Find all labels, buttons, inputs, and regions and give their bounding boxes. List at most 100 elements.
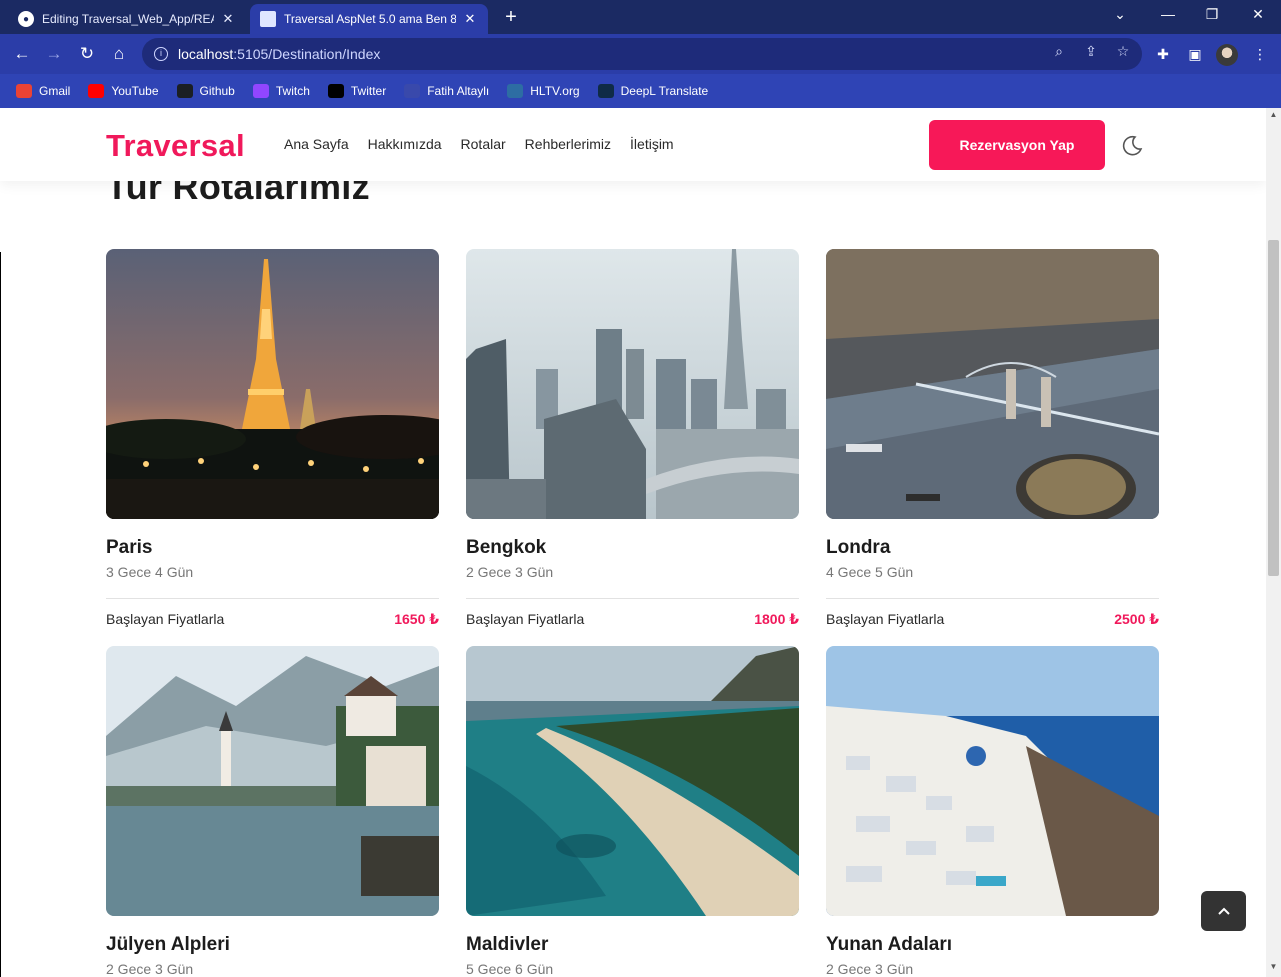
- bookmark-item[interactable]: Twitch: [252, 84, 310, 98]
- gmail-icon: [16, 84, 32, 98]
- destination-name[interactable]: Yunan Adaları: [826, 934, 1159, 956]
- browser-tab-traversal[interactable]: Traversal AspNet 5.0 ama Ben 8.0 ✕: [250, 4, 488, 34]
- destination-card[interactable]: Londra 4 Gece 5 Gün Başlayan Fiyatlarla …: [826, 249, 1159, 628]
- url-path: :5105/Destination/Index: [233, 46, 381, 62]
- tab-search-icon[interactable]: ⌄: [1110, 6, 1130, 23]
- destination-name[interactable]: Maldivler: [466, 934, 799, 956]
- bookmark-label: Twitch: [275, 84, 310, 98]
- nav-item-home[interactable]: Ana Sayfa: [284, 136, 349, 152]
- destination-photo[interactable]: [466, 249, 799, 519]
- bookmark-label: Gmail: [39, 84, 71, 98]
- close-icon[interactable]: ✕: [462, 11, 478, 27]
- nav-item-guides[interactable]: Rehberlerimiz: [525, 136, 611, 152]
- moon-icon[interactable]: [1120, 134, 1144, 158]
- destination-photo[interactable]: [106, 646, 439, 916]
- profile-avatar[interactable]: [1216, 44, 1238, 66]
- destination-name[interactable]: Londra: [826, 537, 1159, 559]
- zoom-icon[interactable]: ⌕: [1050, 43, 1068, 60]
- browser-tab-github[interactable]: ● Editing Traversal_Web_App/READ ✕: [8, 4, 246, 34]
- github-icon: ●: [18, 11, 34, 27]
- destination-name[interactable]: Paris: [106, 537, 439, 559]
- destination-card[interactable]: Yunan Adaları 2 Gece 3 Gün: [826, 646, 1159, 977]
- destination-photo[interactable]: [466, 646, 799, 916]
- minimize-button[interactable]: —: [1158, 6, 1178, 22]
- site-header: Traversal Ana Sayfa Hakkımızda Rotalar R…: [0, 108, 1266, 181]
- destination-name[interactable]: Jülyen Alpleri: [106, 934, 439, 956]
- bookmark-label: Github: [199, 84, 235, 98]
- destination-photo[interactable]: [826, 249, 1159, 519]
- destination-duration: 4 Gece 5 Gün: [826, 564, 914, 580]
- chevron-up-icon: [1217, 907, 1230, 915]
- destination-name[interactable]: Bengkok: [466, 537, 799, 559]
- bookmark-item[interactable]: Gmail: [16, 84, 70, 98]
- destination-duration: 2 Gece 3 Gün: [106, 961, 194, 977]
- bookmark-item[interactable]: YouTube: [88, 84, 159, 98]
- document-icon: [260, 11, 276, 27]
- x-icon: [327, 84, 344, 98]
- divider: [466, 598, 799, 599]
- nav-item-routes[interactable]: Rotalar: [461, 136, 506, 152]
- extensions-icon[interactable]: ✚: [1154, 46, 1172, 63]
- side-panel-icon[interactable]: ▣: [1186, 46, 1204, 63]
- restore-button[interactable]: ❐: [1202, 6, 1222, 23]
- deepl-icon: [597, 84, 614, 98]
- home-icon[interactable]: ⌂: [109, 44, 129, 64]
- bookmark-label: HLTV.org: [530, 84, 580, 98]
- price-value: 1650 ₺: [394, 611, 439, 627]
- scroll-down-arrow[interactable]: ▼: [1268, 962, 1279, 974]
- tab-title: Traversal AspNet 5.0 ama Ben 8.0: [284, 12, 456, 26]
- back-icon[interactable]: ←: [12, 44, 32, 64]
- price-row: Başlayan Fiyatlarla 1650 ₺: [106, 611, 439, 628]
- destination-card[interactable]: Jülyen Alpleri 2 Gece 3 Gün: [106, 646, 439, 977]
- tab-title: Editing Traversal_Web_App/READ: [42, 12, 214, 26]
- reservation-button[interactable]: Rezervasyon Yap: [929, 120, 1105, 170]
- bookmark-item[interactable]: Fatih Altaylı: [404, 84, 489, 98]
- bookmark-label: Fatih Altaylı: [427, 84, 490, 98]
- destination-photo[interactable]: [106, 249, 439, 519]
- close-icon[interactable]: ✕: [220, 11, 236, 27]
- bookmark-label: Twitter: [350, 84, 387, 98]
- reload-icon[interactable]: ↻: [77, 44, 97, 64]
- github-icon: [176, 84, 193, 98]
- bookmarks-bar: Gmail YouTube Github Twitch Twitter Fatih Alt…: [0, 74, 1281, 108]
- page-edge: [0, 252, 1, 977]
- menu-icon[interactable]: ⋮: [1251, 46, 1269, 63]
- destination-duration: 5 Gece 6 Gün: [466, 961, 554, 977]
- destination-card[interactable]: Bengkok 2 Gece 3 Gün Başlayan Fiyatlarla…: [466, 249, 799, 628]
- bookmark-label: DeepL Translate: [620, 84, 709, 98]
- destination-photo[interactable]: [826, 646, 1159, 916]
- close-window-button[interactable]: ✕: [1248, 6, 1268, 23]
- destination-duration: 2 Gece 3 Gün: [826, 961, 914, 977]
- bookmark-star-icon[interactable]: ☆: [1114, 43, 1132, 60]
- nav-item-contact[interactable]: İletişim: [630, 136, 674, 152]
- price-value: 2500 ₺: [1114, 611, 1159, 627]
- fatih-altayli-icon: [404, 84, 421, 98]
- site-info-icon[interactable]: i: [154, 47, 168, 61]
- price-value: 1800 ₺: [754, 611, 799, 627]
- bookmark-item[interactable]: Github: [176, 84, 235, 98]
- destination-duration: 2 Gece 3 Gün: [466, 564, 554, 580]
- address-bar[interactable]: i localhost:5105/Destination/Index: [142, 38, 1142, 70]
- bookmark-item[interactable]: HLTV.org: [507, 84, 580, 98]
- destination-card[interactable]: Paris 3 Gece 4 Gün Başlayan Fiyatlarla 1…: [106, 249, 439, 628]
- price-row: Başlayan Fiyatlarla 2500 ₺: [826, 611, 1159, 628]
- new-tab-button[interactable]: +: [500, 6, 522, 28]
- bookmark-label: YouTube: [111, 84, 159, 98]
- browser-toolbar: ← → ↻ ⌂ i localhost:5105/Destination/Ind…: [0, 34, 1281, 74]
- youtube-icon: [88, 84, 105, 98]
- destination-card[interactable]: Maldivler 5 Gece 6 Gün: [466, 646, 799, 977]
- page-viewport: Tur Rotalarımız Paris 3 Gece 4 Gün Başla…: [0, 108, 1266, 977]
- scroll-up-arrow[interactable]: ▲: [1268, 110, 1279, 122]
- url-host: localhost: [178, 46, 234, 62]
- bookmark-item[interactable]: DeepL Translate: [597, 84, 709, 98]
- scrollbar-thumb[interactable]: [1268, 240, 1279, 576]
- site-logo[interactable]: Traversal: [106, 128, 245, 164]
- divider: [106, 598, 439, 599]
- forward-icon[interactable]: →: [44, 44, 64, 64]
- nav-item-about[interactable]: Hakkımızda: [368, 136, 442, 152]
- share-icon[interactable]: ⇪: [1082, 43, 1100, 60]
- bookmark-item[interactable]: Twitter: [327, 84, 387, 98]
- scroll-to-top-button[interactable]: [1201, 891, 1246, 931]
- price-label: Başlayan Fiyatlarla: [826, 611, 945, 627]
- price-row: Başlayan Fiyatlarla 1800 ₺: [466, 611, 799, 628]
